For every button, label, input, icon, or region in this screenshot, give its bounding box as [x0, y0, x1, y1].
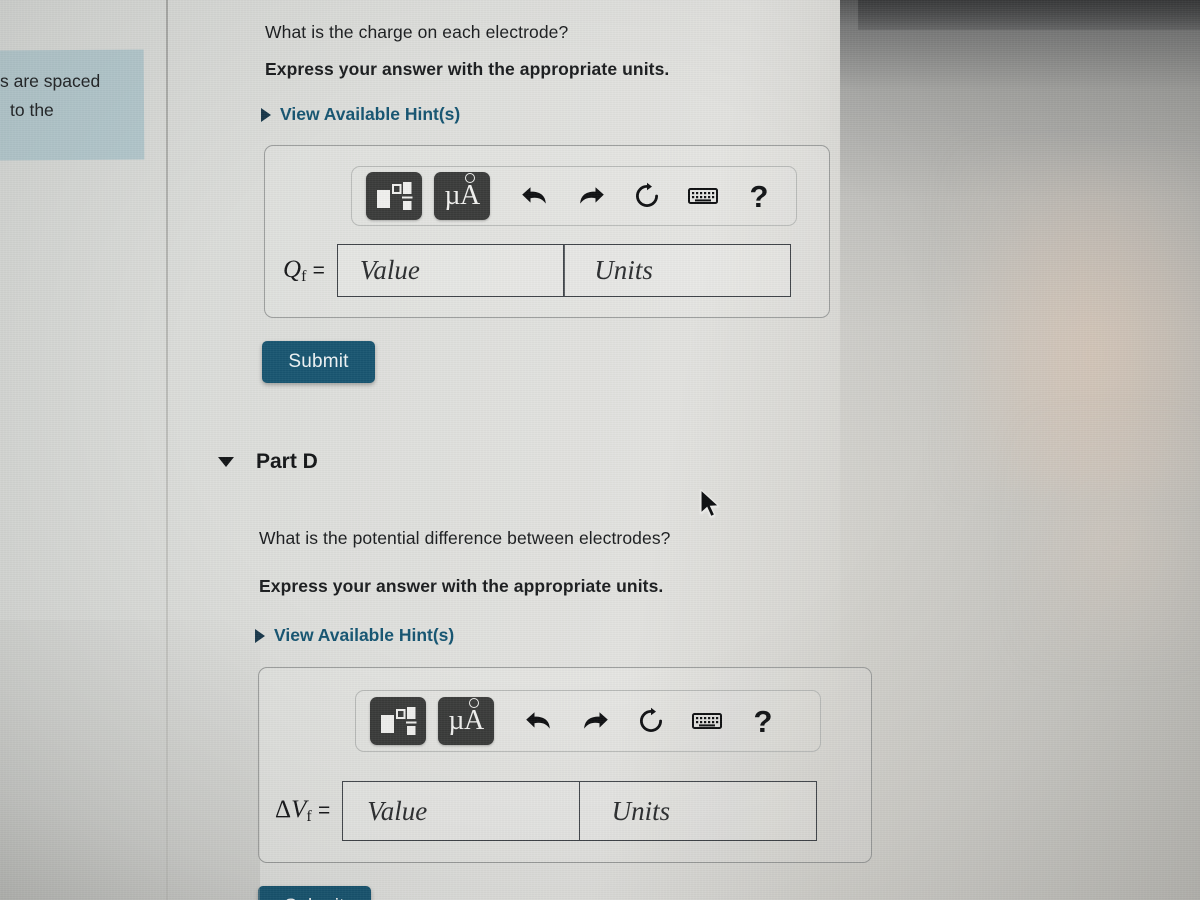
part-c-submit-label: Submit	[288, 351, 349, 372]
part-c-answer-label: Qf =	[283, 256, 325, 286]
part-d-submit-label: Submit	[284, 896, 344, 900]
redo-button[interactable]	[572, 697, 618, 745]
undo-button[interactable]	[512, 172, 558, 220]
redo-button[interactable]	[568, 172, 614, 220]
question-mark-icon: ?	[753, 703, 773, 739]
undo-arrow-icon	[522, 187, 546, 204]
part-d-submit-button[interactable]: Submit	[258, 886, 371, 900]
keyboard-icon	[692, 713, 722, 729]
part-d-answer-box: µA ? ΔVf = Value Units	[258, 667, 872, 863]
template-layout-button[interactable]	[370, 697, 426, 745]
part-d-view-hints-link[interactable]: View Available Hint(s)	[255, 625, 454, 646]
part-d-value-input[interactable]: Value	[342, 781, 581, 841]
keyboard-button[interactable]	[680, 172, 726, 220]
part-d-units-placeholder: Units	[611, 795, 671, 826]
part-c-value-input[interactable]: Value	[336, 244, 565, 297]
units-button[interactable]: µA	[438, 697, 494, 745]
template-blocks-icon	[377, 182, 413, 210]
template-layout-button[interactable]	[366, 172, 422, 220]
triangle-right-icon	[255, 628, 265, 643]
part-c-answer-box: µA ? Qf = Value Units	[264, 145, 830, 318]
part-d-question-text: What is the potential difference between…	[259, 528, 671, 548]
screenshot-root: s are spaced to the What is the charge o…	[0, 0, 1200, 900]
part-d-answer-label: ΔVf =	[275, 796, 330, 826]
part-c-units-placeholder: Units	[594, 255, 653, 285]
part-d-answer-row: ΔVf = Value Units	[275, 781, 817, 841]
part-c-instruction-text: Express your answer with the appropriate…	[265, 59, 670, 79]
part-c-view-hints-label: View Available Hint(s)	[280, 104, 461, 124]
units-button[interactable]: µA	[434, 172, 490, 220]
undo-arrow-icon	[526, 712, 550, 729]
reset-circular-arrow-icon	[640, 707, 662, 732]
redo-arrow-icon	[584, 712, 608, 729]
triangle-down-icon[interactable]	[218, 457, 234, 467]
part-c-units-input[interactable]: Units	[563, 244, 792, 297]
part-c-value-placeholder: Value	[359, 255, 420, 285]
mu-angstrom-icon: µA	[444, 180, 480, 211]
part-d-header[interactable]: Part D	[218, 450, 318, 474]
keyboard-icon	[688, 188, 718, 204]
mu-angstrom-icon: µA	[448, 705, 484, 736]
part-d-equals: =	[317, 799, 331, 822]
part-c-question-text: What is the charge on each electrode?	[265, 22, 569, 42]
keyboard-button[interactable]	[684, 697, 730, 745]
part-c-view-hints-link[interactable]: View Available Hint(s)	[261, 104, 460, 125]
part-c-equals: =	[312, 258, 325, 282]
reset-circular-arrow-icon	[636, 182, 658, 207]
part-d-value-placeholder: Value	[367, 795, 428, 826]
part-d-instruction-text: Express your answer with the appropriate…	[259, 576, 664, 596]
part-c-equation-toolbar: µA ?	[351, 166, 797, 226]
part-d-delta: Δ	[275, 796, 292, 823]
undo-button[interactable]	[516, 697, 562, 745]
triangle-right-icon	[261, 107, 271, 122]
help-button[interactable]: ?	[740, 697, 786, 745]
main-content-column: What is the charge on each electrode? Ex…	[0, 0, 900, 900]
part-d-symbol: V	[291, 796, 307, 823]
part-c-symbol: Q	[283, 255, 302, 283]
part-d-equation-toolbar: µA ?	[355, 690, 821, 752]
reset-button[interactable]	[628, 697, 674, 745]
redo-arrow-icon	[580, 187, 604, 204]
reset-button[interactable]	[624, 172, 670, 220]
question-mark-icon: ?	[749, 178, 769, 214]
help-button[interactable]: ?	[736, 172, 782, 220]
part-d-subscript: f	[306, 808, 312, 825]
part-c-subscript: f	[301, 267, 307, 285]
part-d-units-input[interactable]: Units	[578, 781, 817, 841]
part-d-title: Part D	[256, 450, 318, 473]
part-c-submit-button[interactable]: Submit	[262, 341, 375, 383]
part-d-view-hints-label: View Available Hint(s)	[274, 625, 455, 645]
template-blocks-icon	[381, 707, 417, 735]
part-c-answer-row: Qf = Value Units	[283, 244, 792, 297]
